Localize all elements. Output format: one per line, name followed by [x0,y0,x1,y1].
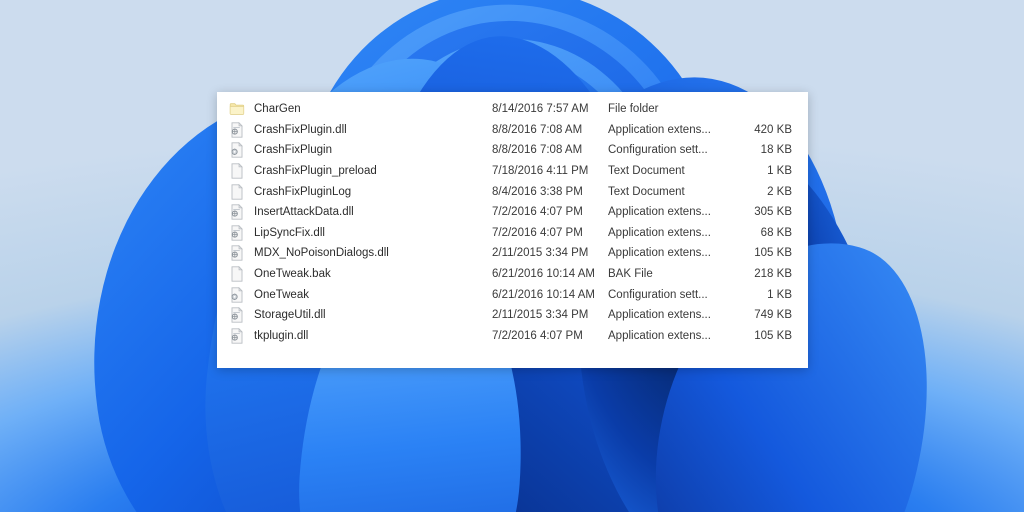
file-date-modified: 6/21/2016 10:14 AM [492,288,595,301]
file-date-modified: 7/2/2016 4:07 PM [492,226,583,239]
file-date-modified: 8/8/2016 7:08 AM [492,123,583,136]
file-row[interactable]: CharGen 8/14/2016 7:57 AM File folder [217,99,808,120]
file-type: Configuration sett... [608,144,708,157]
file-name: tkplugin.dll [254,329,309,342]
file-type: BAK File [608,268,653,281]
config-file-icon [229,286,254,303]
file-name: CrashFixPluginLog [254,185,352,198]
file-row[interactable]: CrashFixPlugin 8/8/2016 7:08 AM Configur… [217,140,808,161]
file-date-modified: 6/21/2016 10:14 AM [492,268,595,281]
file-date-modified: 7/2/2016 4:07 PM [492,206,583,219]
folder-icon [229,101,254,117]
file-type: Application extens... [608,247,711,260]
file-size: 1 KB [767,288,792,301]
dll-file-icon [229,204,254,220]
config-file-icon [229,142,254,159]
file-type: Application extens... [608,226,711,239]
file-date-modified: 7/18/2016 4:11 PM [492,165,589,178]
file-row[interactable]: CrashFixPlugin_preload 7/18/2016 4:11 PM… [217,161,808,182]
dll-file-icon [229,121,254,138]
file-type: Application extens... [608,206,711,219]
dll-file-icon [229,307,254,323]
file-size: 105 KB [754,247,792,260]
file-row[interactable]: LipSyncFix.dll 7/2/2016 4:07 PM Applicat… [217,223,808,244]
file-date-modified: 8/4/2016 3:38 PM [492,185,583,198]
file-type: Application extens... [608,329,711,342]
file-size: 749 KB [754,309,792,322]
bak-file-icon [229,266,254,282]
file-size: 18 KB [760,144,792,157]
file-name: StorageUtil.dll [254,309,326,322]
file-row[interactable]: InsertAttackData.dll 7/2/2016 4:07 PM Ap… [217,202,808,223]
file-row[interactable]: OneTweak.bak 6/21/2016 10:14 AM BAK File… [217,264,808,285]
file-row[interactable]: OneTweak 6/21/2016 10:14 AM Configuratio… [217,284,808,305]
dll-file-icon [229,224,254,241]
file-type: Application extens... [608,123,711,136]
file-name: CrashFixPlugin.dll [254,123,347,136]
file-name: CharGen [254,103,301,116]
file-row[interactable]: StorageUtil.dll 2/11/2015 3:34 PM Applic… [217,305,808,326]
file-name: MDX_NoPoisonDialogs.dll [254,247,389,260]
file-size: 105 KB [754,329,792,342]
file-row[interactable]: MDX_NoPoisonDialogs.dll 2/11/2015 3:34 P… [217,243,808,264]
file-date-modified: 2/11/2015 3:34 PM [492,309,589,322]
file-size: 305 KB [754,206,792,219]
file-size: 1 KB [767,165,792,178]
file-date-modified: 8/8/2016 7:08 AM [492,144,583,157]
file-row[interactable]: tkplugin.dll 7/2/2016 4:07 PM Applicatio… [217,326,808,347]
file-size: 2 KB [767,185,792,198]
file-type: Text Document [608,165,685,178]
file-type: Application extens... [608,309,711,322]
text-document-icon [229,163,254,179]
file-name: OneTweak [254,288,309,301]
file-date-modified: 7/2/2016 4:07 PM [492,329,583,342]
dll-file-icon [229,327,254,344]
file-row[interactable]: CrashFixPlugin.dll 8/8/2016 7:08 AM Appl… [217,120,808,141]
file-size: 218 KB [754,268,792,281]
file-date-modified: 2/11/2015 3:34 PM [492,247,589,260]
file-list-panel[interactable]: CharGen 8/14/2016 7:57 AM File folder Cr… [217,92,808,368]
file-type: Configuration sett... [608,288,708,301]
file-name: LipSyncFix.dll [254,226,325,239]
file-name: CrashFixPlugin_preload [254,165,377,178]
file-row[interactable]: CrashFixPluginLog 8/4/2016 3:38 PM Text … [217,181,808,202]
file-type: Text Document [608,185,685,198]
dll-file-icon [229,245,254,262]
text-document-icon [229,183,254,200]
file-name: InsertAttackData.dll [254,206,354,219]
file-name: OneTweak.bak [254,268,331,281]
file-type: File folder [608,103,659,116]
file-list-rows[interactable]: CharGen 8/14/2016 7:57 AM File folder Cr… [217,99,808,346]
file-date-modified: 8/14/2016 7:57 AM [492,103,589,116]
file-size: 68 KB [760,226,792,239]
file-size: 420 KB [754,123,792,136]
file-name: CrashFixPlugin [254,144,332,157]
